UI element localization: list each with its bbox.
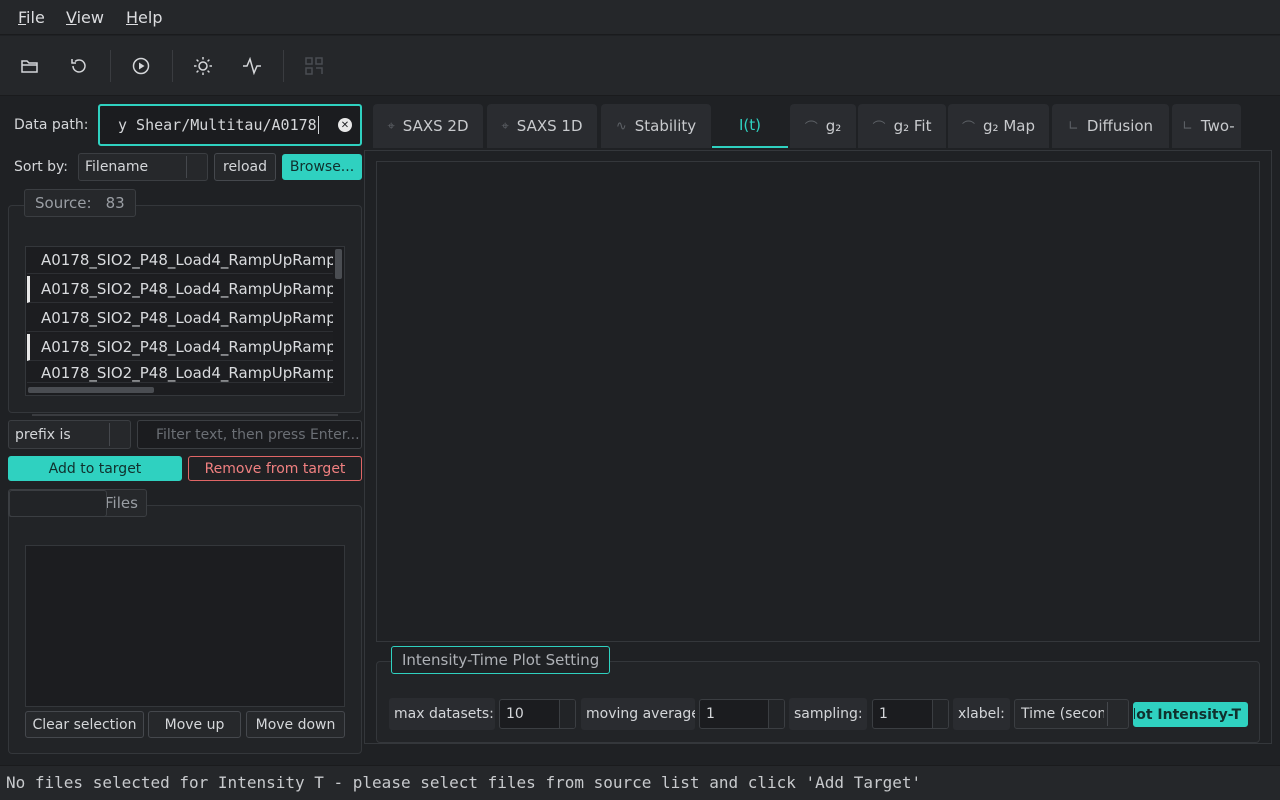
select-divider xyxy=(109,423,110,446)
filter-mode-select[interactable]: prefix is xyxy=(8,420,131,449)
tab-g2-map[interactable]: ⌒ g₂ Map xyxy=(948,104,1049,148)
data-path-input[interactable]: y Shear/Multitau/A0178 ✕ xyxy=(98,104,362,146)
filter-placeholder: Filter text, then press Enter... xyxy=(156,426,360,443)
list-item[interactable]: A0178_SIO2_P48_Load4_RampUpRamp xyxy=(27,247,333,274)
move-up-button[interactable]: Move up xyxy=(148,711,241,738)
sampling-spinbox[interactable]: 1 xyxy=(872,699,949,729)
tab-g2[interactable]: ⌒ g₂ xyxy=(790,104,856,148)
target-title-edit[interactable] xyxy=(9,490,107,517)
menu-view[interactable]: View xyxy=(66,8,104,27)
add-to-target-button[interactable]: Add to target xyxy=(8,456,182,481)
source-title-label: Source: xyxy=(35,194,92,212)
list-item[interactable]: A0178_SIO2_P48_Load4_RampUpRamp xyxy=(27,363,333,383)
moving-average-label: moving average xyxy=(581,698,695,730)
clear-icon[interactable]: ✕ xyxy=(338,118,352,132)
tab-intensity-time[interactable]: I(t) xyxy=(712,104,788,148)
source-title: Source: 83 xyxy=(24,189,136,217)
max-datasets-spinbox[interactable]: 10 xyxy=(499,699,576,729)
list-item[interactable]: A0178_SIO2_P48_Load4_RampUpRamp xyxy=(27,334,333,361)
tab-label: SAXS 1D xyxy=(516,117,583,135)
crosshair-icon: ⌖ xyxy=(387,118,395,134)
scrollbar-thumb[interactable] xyxy=(28,387,154,393)
tab-label: Two- xyxy=(1200,117,1235,135)
tab-label: g₂ xyxy=(825,117,842,135)
curve-icon: ⌒ xyxy=(872,120,886,136)
select-divider xyxy=(186,156,187,178)
xlabel-label: xlabel: xyxy=(953,698,1010,730)
vertical-scrollbar[interactable] xyxy=(334,247,344,383)
max-datasets-value: 10 xyxy=(506,706,524,722)
list-item[interactable]: A0178_SIO2_P48_Load4_RampUpRamp xyxy=(27,276,333,303)
tab-g2-fit[interactable]: ⌒ g₂ Fit xyxy=(858,104,946,148)
menu-bar: File View Help xyxy=(0,0,1280,35)
tab-label: Stability xyxy=(634,117,697,135)
toolbar-separator xyxy=(172,50,173,82)
tab-two-time[interactable]: ∟ Two- xyxy=(1172,104,1241,148)
sort-value: Filename xyxy=(85,159,149,175)
sort-label: Sort by: xyxy=(14,159,69,175)
sampling-value: 1 xyxy=(879,706,888,722)
axes-icon: ∟ xyxy=(1067,118,1079,134)
grid-icon xyxy=(301,53,327,79)
spinbox-arrows[interactable] xyxy=(768,700,784,728)
status-message: No files selected for Intensity T - plea… xyxy=(6,773,922,792)
source-count: 83 xyxy=(105,194,125,212)
tab-label: g₂ Map xyxy=(983,117,1035,135)
list-item[interactable]: A0178_SIO2_P48_Load4_RampUpRamp xyxy=(27,305,333,332)
sort-select[interactable]: Filename xyxy=(78,153,208,181)
tab-diffusion[interactable]: ∟ Diffusion xyxy=(1052,104,1169,148)
pulse-icon[interactable] xyxy=(239,53,265,79)
tab-label: Diffusion xyxy=(1086,117,1154,135)
toolbar-separator xyxy=(283,50,284,82)
menu-file[interactable]: File xyxy=(18,8,45,27)
reload-button[interactable]: reload xyxy=(214,153,276,181)
target-title-label: Files xyxy=(105,494,138,512)
toolbar-separator xyxy=(110,50,111,82)
max-datasets-label: max datasets: xyxy=(389,698,495,730)
plot-intensity-button[interactable]: plot Intensity-T xyxy=(1133,702,1248,727)
xlabel-value: Time (seconds) xyxy=(1021,706,1104,722)
spinbox-arrows[interactable] xyxy=(932,700,948,728)
tab-saxs-2d[interactable]: ⌖ SAXS 2D xyxy=(373,104,483,148)
remove-from-target-button[interactable]: Remove from target xyxy=(188,456,362,481)
menu-help[interactable]: Help xyxy=(126,8,162,27)
filter-mode-value: prefix is xyxy=(15,426,71,443)
clear-selection-button[interactable]: Clear selection xyxy=(25,711,144,738)
curve-icon: ⌒ xyxy=(962,120,976,136)
sun-icon[interactable] xyxy=(190,53,216,79)
plot-area[interactable] xyxy=(376,161,1260,642)
status-bar: No files selected for Intensity T - plea… xyxy=(0,765,1280,800)
tab-label: g₂ Fit xyxy=(893,117,932,135)
browse-button[interactable]: Browse... xyxy=(282,154,362,180)
scrollbar-thumb[interactable] xyxy=(335,249,342,279)
axes-icon: ∟ xyxy=(1182,118,1193,134)
moving-average-value: 1 xyxy=(706,706,715,722)
target-file-list[interactable] xyxy=(25,545,345,707)
crosshair-icon: ⌖ xyxy=(501,118,509,134)
pulse-icon: ∿ xyxy=(615,118,627,134)
data-path-label: Data path: xyxy=(14,117,89,133)
horizontal-scrollbar[interactable] xyxy=(26,384,344,395)
move-down-button[interactable]: Move down xyxy=(246,711,345,738)
tab-saxs-1d[interactable]: ⌖ SAXS 1D xyxy=(487,104,597,148)
splitter-handle[interactable] xyxy=(32,414,338,416)
tab-label: SAXS 2D xyxy=(402,117,469,135)
toolbar xyxy=(0,36,1280,96)
tab-label: I(t) xyxy=(738,116,761,134)
spinbox-arrows[interactable] xyxy=(559,700,575,728)
moving-average-spinbox[interactable]: 1 xyxy=(699,699,785,729)
folder-open-icon[interactable] xyxy=(17,53,43,79)
filter-input[interactable]: Filter text, then press Enter... xyxy=(137,420,362,449)
source-file-list[interactable]: A0178_SIO2_P48_Load4_RampUpRamp A0178_SI… xyxy=(25,246,345,396)
select-divider xyxy=(1107,702,1108,726)
data-path-value: y Shear/Multitau/A0178 xyxy=(118,116,317,134)
play-icon[interactable] xyxy=(128,53,154,79)
sampling-label: sampling: xyxy=(789,698,867,730)
xlabel-select[interactable]: Time (seconds) xyxy=(1014,699,1129,729)
refresh-icon[interactable] xyxy=(66,53,92,79)
curve-icon: ⌒ xyxy=(804,120,818,136)
tab-stability[interactable]: ∿ Stability xyxy=(601,104,711,148)
plot-setting-title: Intensity-Time Plot Setting xyxy=(391,646,611,674)
